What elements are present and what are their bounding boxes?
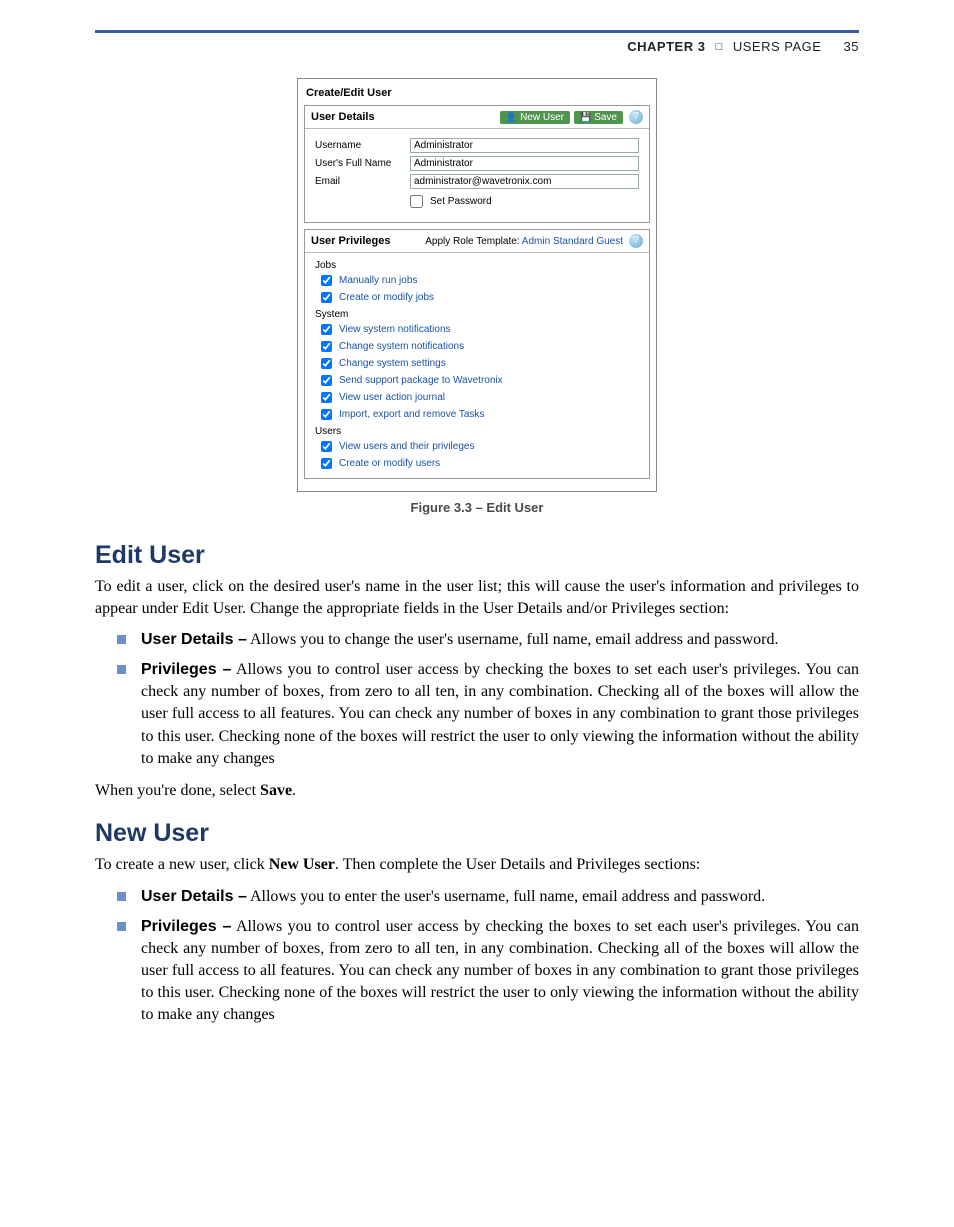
new-user-label: New User (520, 112, 564, 123)
bullet-term: User Details – (141, 631, 247, 648)
bullet-term: User Details – (141, 888, 247, 905)
intro-post: . Then complete the User Details and Pri… (335, 856, 700, 873)
list-item: Privileges – Allows you to control user … (117, 916, 859, 1026)
list-item: User Details – Allows you to enter the u… (117, 886, 859, 908)
role-guest-link[interactable]: Guest (596, 236, 623, 247)
dialog-title: Create/Edit User (304, 83, 650, 105)
priv-checkbox[interactable] (321, 358, 332, 369)
priv-label: Change system notifications (339, 341, 464, 352)
priv-checkbox[interactable] (321, 441, 332, 452)
priv-label: View system notifications (339, 324, 451, 335)
priv-item: View user action journal (317, 389, 639, 406)
outro-post: . (292, 782, 296, 799)
priv-checkbox[interactable] (321, 341, 332, 352)
username-input[interactable] (410, 138, 639, 153)
outro-pre: When you're done, select (95, 782, 260, 799)
bullet-term: Privileges – (141, 918, 231, 935)
set-password-label: Set Password (430, 196, 492, 207)
user-icon: 👤 (506, 113, 517, 122)
page-header: CHAPTER 3 □ USERS PAGE 35 (95, 39, 859, 54)
save-button[interactable]: 💾 Save (574, 111, 623, 124)
priv-label: Send support package to Wavetronix (339, 375, 503, 386)
priv-item: Import, export and remove Tasks (317, 406, 639, 423)
group-jobs: Jobs (315, 260, 639, 271)
new-user-intro: To create a new user, click New User. Th… (95, 854, 859, 876)
priv-label: Manually run jobs (339, 275, 417, 286)
priv-item: Send support package to Wavetronix (317, 372, 639, 389)
group-users: Users (315, 426, 639, 437)
bullet-text: Allows you to enter the user's username,… (247, 888, 765, 905)
intro-pre: To create a new user, click (95, 856, 269, 873)
edit-user-intro: To edit a user, click on the desired use… (95, 576, 859, 619)
role-template-links: Apply Role Template: Admin Standard Gues… (425, 236, 623, 247)
priv-label: Change system settings (339, 358, 446, 369)
help-icon[interactable]: ? (629, 234, 643, 248)
email-input[interactable] (410, 174, 639, 189)
priv-checkbox[interactable] (321, 375, 332, 386)
priv-label: Create or modify users (339, 458, 440, 469)
figure-caption: Figure 3.3 – Edit User (95, 500, 859, 515)
chapter-label: CHAPTER 3 (627, 39, 705, 54)
intro-bold: New User (269, 856, 335, 873)
list-item: Privileges – Allows you to control user … (117, 659, 859, 769)
priv-checkbox[interactable] (321, 292, 332, 303)
disk-icon: 💾 (580, 113, 591, 122)
priv-checkbox[interactable] (321, 275, 332, 286)
new-user-bullets: User Details – Allows you to enter the u… (95, 886, 859, 1026)
bullet-text: Allows you to control user access by che… (141, 918, 859, 1023)
priv-checkbox[interactable] (321, 324, 332, 335)
edit-user-outro: When you're done, select Save. (95, 780, 859, 802)
priv-item: Change system settings (317, 355, 639, 372)
bullet-text: Allows you to change the user's username… (247, 631, 779, 648)
fullname-label: User's Full Name (315, 158, 410, 169)
priv-checkbox[interactable] (321, 392, 332, 403)
priv-item: Create or modify jobs (317, 289, 639, 306)
group-system: System (315, 309, 639, 320)
user-details-heading: User Details (311, 111, 496, 123)
help-icon[interactable]: ? (629, 110, 643, 124)
list-item: User Details – Allows you to change the … (117, 629, 859, 651)
priv-label: Create or modify jobs (339, 292, 434, 303)
priv-item: Create or modify users (317, 455, 639, 472)
fullname-input[interactable] (410, 156, 639, 171)
page-number: 35 (844, 39, 859, 54)
email-label: Email (315, 176, 410, 187)
new-user-button[interactable]: 👤 New User (500, 111, 570, 124)
bullet-term: Privileges – (141, 661, 231, 678)
priv-checkbox[interactable] (321, 409, 332, 420)
priv-checkbox[interactable] (321, 458, 332, 469)
set-password-checkbox[interactable] (410, 195, 423, 208)
user-details-panel: User Details 👤 New User 💾 Save ? Usernam… (304, 105, 650, 223)
create-edit-user-dialog: Create/Edit User User Details 👤 New User… (297, 78, 657, 492)
priv-item: View users and their privileges (317, 438, 639, 455)
username-label: Username (315, 140, 410, 151)
outro-bold: Save (260, 782, 292, 799)
priv-label: View user action journal (339, 392, 445, 403)
header-separator-icon: □ (716, 41, 723, 53)
save-label: Save (594, 112, 617, 123)
priv-label: View users and their privileges (339, 441, 474, 452)
apply-role-label: Apply Role Template: (425, 236, 519, 247)
priv-item: Change system notifications (317, 338, 639, 355)
user-privileges-panel: User Privileges Apply Role Template: Adm… (304, 229, 650, 479)
priv-label: Import, export and remove Tasks (339, 409, 484, 420)
priv-item: Manually run jobs (317, 272, 639, 289)
edit-user-bullets: User Details – Allows you to change the … (95, 629, 859, 769)
priv-item: View system notifications (317, 321, 639, 338)
header-rule (95, 30, 859, 33)
heading-edit-user: Edit User (95, 541, 859, 570)
user-privileges-heading: User Privileges (311, 235, 425, 247)
heading-new-user: New User (95, 819, 859, 848)
role-standard-link[interactable]: Standard (553, 236, 594, 247)
role-admin-link[interactable]: Admin (522, 236, 550, 247)
bullet-text: Allows you to control user access by che… (141, 661, 859, 766)
section-label: USERS PAGE (733, 39, 822, 54)
